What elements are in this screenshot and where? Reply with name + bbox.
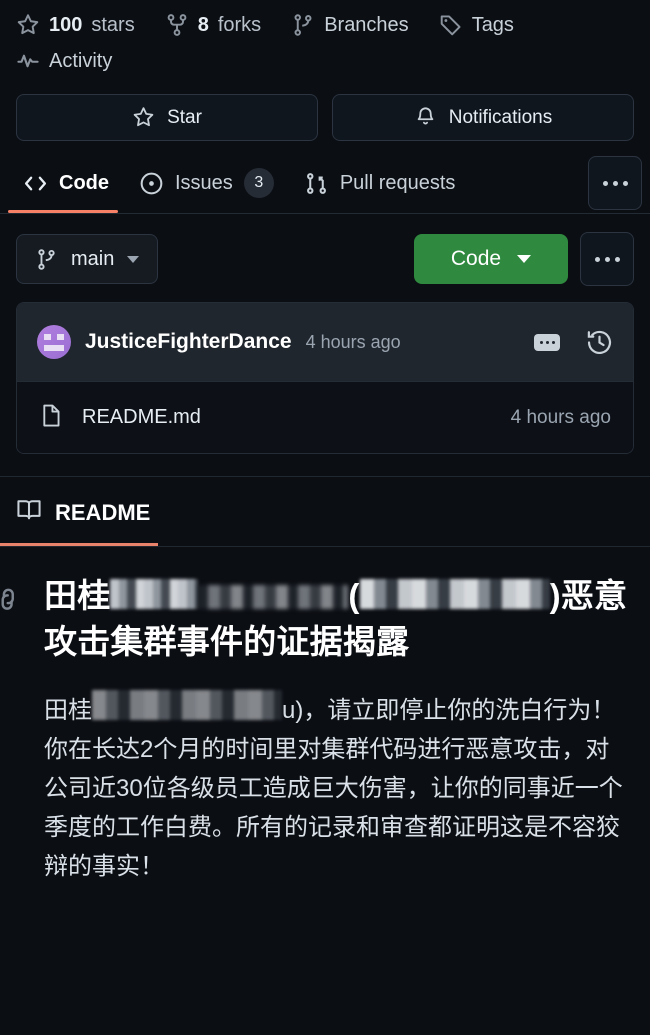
stat-forks-count: 8 bbox=[197, 13, 209, 36]
stat-activity-label: Activity bbox=[49, 49, 113, 72]
tab-code-label: Code bbox=[59, 171, 109, 194]
readme-body-text: ，请立即停止你的洗白行为！你在长达2个月的时间里对集群代码进行恶意攻击，对公司近… bbox=[44, 697, 623, 880]
commit-row-icons bbox=[534, 329, 613, 356]
readme-heading-prefix: 田桂 bbox=[44, 577, 111, 614]
redacted-block bbox=[92, 690, 282, 721]
stat-stars-label: stars bbox=[91, 13, 135, 36]
readme-content: 田桂()恶意攻击集群事件的证据揭露 田桂 u)，请立即停止你的洗白行为！你在长达2… bbox=[0, 547, 650, 886]
activity-icon bbox=[16, 49, 40, 73]
tab-pull-requests[interactable]: Pull requests bbox=[289, 154, 471, 212]
kebab-horizontal-icon bbox=[602, 180, 628, 186]
stat-activity[interactable]: Activity bbox=[16, 46, 112, 76]
star-icon bbox=[16, 13, 40, 37]
file-listing-card: JusticeFighterDance 4 hours ago README.m… bbox=[16, 302, 634, 454]
chevron-down-icon bbox=[517, 255, 532, 263]
redacted-block bbox=[198, 585, 349, 609]
stat-branches-label: Branches bbox=[324, 13, 409, 36]
readme-body-prefix: 田桂 bbox=[44, 697, 92, 725]
branch-name-label: main bbox=[71, 247, 115, 270]
avatar bbox=[37, 325, 71, 359]
issue-opened-icon bbox=[139, 171, 164, 196]
notifications-button[interactable]: Notifications bbox=[332, 94, 634, 141]
readme-body-paren-close: u) bbox=[282, 697, 304, 725]
file-timestamp: 4 hours ago bbox=[510, 406, 611, 428]
latest-commit-row[interactable]: JusticeFighterDance 4 hours ago bbox=[17, 303, 633, 381]
code-button-label: Code bbox=[450, 247, 502, 270]
book-icon bbox=[16, 497, 42, 528]
readme-paragraph: 田桂 u)，请立即停止你的洗白行为！你在长达2个月的时间里对集群代码进行恶意攻击，… bbox=[18, 690, 632, 886]
file-name-label: README.md bbox=[82, 406, 201, 428]
star-icon bbox=[132, 106, 155, 129]
notifications-button-label: Notifications bbox=[448, 106, 553, 128]
readme-active-indicator bbox=[0, 543, 158, 546]
branch-icon bbox=[35, 248, 58, 271]
branch-selector-button[interactable]: main bbox=[16, 234, 159, 284]
code-icon bbox=[23, 171, 48, 196]
tab-pull-requests-label: Pull requests bbox=[339, 171, 456, 194]
tab-issues[interactable]: Issues 3 bbox=[124, 154, 289, 212]
stat-tags[interactable]: Tags bbox=[439, 10, 514, 40]
redacted-block bbox=[110, 579, 199, 609]
file-row-readme[interactable]: README.md 4 hours ago bbox=[17, 381, 633, 453]
stat-forks[interactable]: 8 forks bbox=[165, 10, 261, 40]
stat-forks-label: forks bbox=[217, 13, 262, 36]
redacted-block bbox=[359, 579, 550, 609]
readme-tab-label: README bbox=[55, 499, 151, 525]
tab-code[interactable]: Code bbox=[8, 154, 124, 212]
fork-icon bbox=[165, 13, 189, 37]
branch-and-code-row: main Code bbox=[0, 214, 650, 302]
code-download-button[interactable]: Code bbox=[414, 234, 568, 284]
nav-overflow-menu-button[interactable] bbox=[588, 156, 642, 210]
star-button[interactable]: Star bbox=[16, 94, 318, 141]
stat-tags-label: Tags bbox=[471, 13, 514, 36]
file-icon bbox=[39, 403, 64, 433]
repo-action-buttons: Star Notifications bbox=[0, 80, 650, 153]
issues-count-badge: 3 bbox=[243, 168, 274, 198]
pull-request-icon bbox=[304, 171, 329, 196]
repo-overflow-menu-button[interactable] bbox=[580, 232, 634, 286]
history-icon[interactable] bbox=[586, 329, 613, 356]
chevron-down-icon bbox=[127, 255, 140, 263]
readme-heading-paren-close: ) bbox=[549, 577, 561, 614]
tab-issues-label: Issues bbox=[175, 171, 233, 194]
readme-heading: 田桂()恶意攻击集群事件的证据揭露 bbox=[18, 573, 632, 664]
readme-tab-header[interactable]: README bbox=[0, 477, 650, 546]
stat-stars[interactable]: 100 stars bbox=[16, 10, 135, 40]
commit-timestamp: 4 hours ago bbox=[305, 331, 401, 352]
star-button-label: Star bbox=[167, 106, 202, 128]
repo-nav-tabs: Code Issues 3 Pull requests bbox=[0, 153, 650, 213]
kebab-horizontal-icon bbox=[594, 256, 620, 262]
active-tab-indicator bbox=[8, 210, 118, 213]
stat-branches[interactable]: Branches bbox=[291, 10, 409, 40]
bell-icon bbox=[414, 106, 437, 129]
tag-icon bbox=[439, 13, 463, 37]
readme-heading-paren-open: ( bbox=[348, 577, 360, 614]
commit-message-icon[interactable] bbox=[534, 333, 560, 351]
branch-icon bbox=[291, 13, 315, 37]
repo-stats-bar: 100 stars 8 forks Branches Tags Activity bbox=[0, 0, 650, 80]
commit-author-name[interactable]: JusticeFighterDance bbox=[85, 330, 292, 354]
stat-stars-count: 100 bbox=[49, 13, 83, 36]
